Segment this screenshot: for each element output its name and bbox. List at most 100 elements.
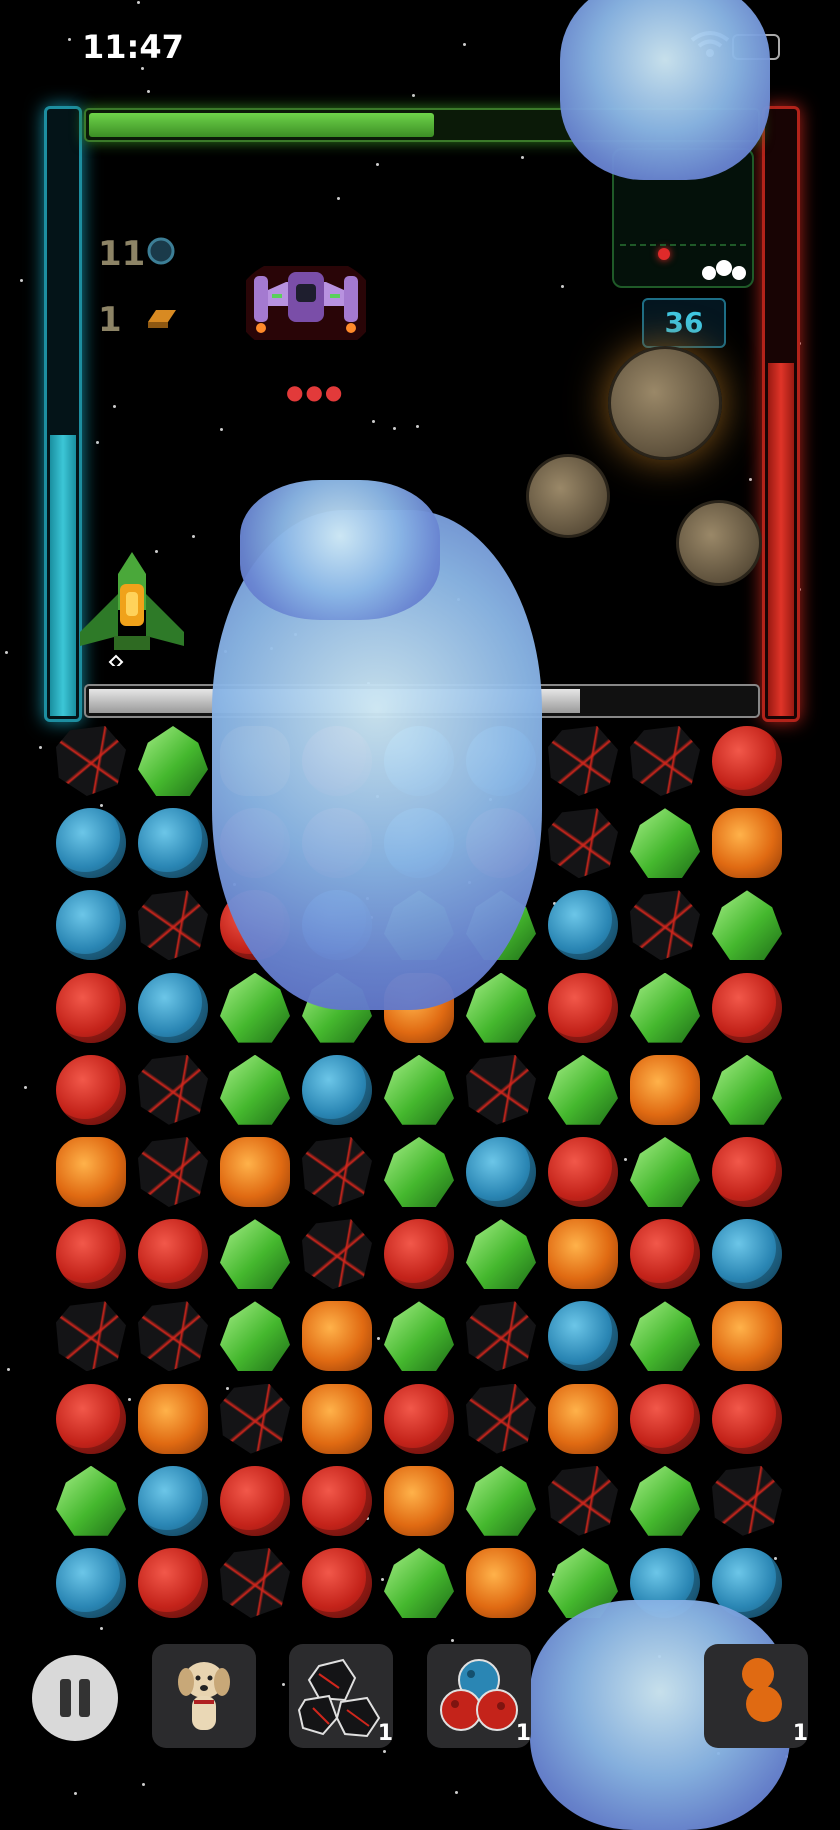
gem-green[interactable]: [384, 1054, 454, 1125]
gem-green[interactable]: [384, 1137, 454, 1207]
gem-blue[interactable]: [56, 808, 126, 879]
enemy-charge-indicator: ●●●: [286, 380, 345, 404]
gem-blue[interactable]: [548, 1301, 618, 1372]
gem-blue[interactable]: [138, 972, 208, 1043]
radar-player-icons: [702, 260, 748, 280]
pet-slot[interactable]: [152, 1644, 256, 1748]
gem-green[interactable]: [466, 1219, 536, 1290]
gem-red[interactable]: [302, 1465, 372, 1536]
gem-green[interactable]: [220, 1054, 290, 1125]
gem-green[interactable]: [220, 1301, 290, 1372]
gem-dark[interactable]: [56, 1301, 126, 1372]
gem-orange[interactable]: [712, 1301, 782, 1372]
gem-orange[interactable]: [548, 1383, 618, 1454]
gem-dark[interactable]: [712, 1465, 782, 1536]
gem-dark[interactable]: [302, 1219, 372, 1290]
gem-orange[interactable]: [712, 808, 782, 879]
dark-bomb-slot[interactable]: 1: [289, 1644, 393, 1748]
gem-red[interactable]: [220, 1465, 290, 1536]
gem-orange[interactable]: [548, 1219, 618, 1290]
star: [463, 43, 466, 46]
gem-dark[interactable]: [548, 726, 618, 796]
gem-red[interactable]: [548, 1137, 618, 1207]
gem-green[interactable]: [138, 726, 208, 796]
gem-dark[interactable]: [220, 1383, 290, 1454]
gem-red[interactable]: [630, 1383, 700, 1454]
gem-dark[interactable]: [548, 1465, 618, 1536]
gem-green[interactable]: [630, 972, 700, 1043]
gem-red[interactable]: [56, 1054, 126, 1125]
gem-red[interactable]: [712, 972, 782, 1043]
gem-green[interactable]: [630, 808, 700, 879]
gem-red[interactable]: [630, 1219, 700, 1290]
gem-green[interactable]: [384, 1548, 454, 1618]
gem-blue[interactable]: [548, 890, 618, 961]
gem-green[interactable]: [466, 972, 536, 1043]
gem-dark[interactable]: [466, 1054, 536, 1125]
gem-dark[interactable]: [302, 1137, 372, 1207]
gem-red[interactable]: [138, 1548, 208, 1618]
gem-orange[interactable]: [138, 1383, 208, 1454]
gem-orange[interactable]: [302, 1383, 372, 1454]
pause-icon-bar: [60, 1679, 71, 1717]
gem-dark[interactable]: [630, 726, 700, 796]
gem-dark[interactable]: [466, 1301, 536, 1372]
gem-orange[interactable]: [466, 1548, 536, 1618]
gem-dark[interactable]: [220, 1548, 290, 1618]
orb-icon: [147, 237, 175, 265]
gem-green[interactable]: [548, 1054, 618, 1125]
asteroid-large: [608, 346, 722, 460]
gem-red[interactable]: [384, 1219, 454, 1290]
gem-green[interactable]: [630, 1465, 700, 1536]
gem-green[interactable]: [712, 890, 782, 961]
mixed-bomb-count: 1: [515, 1721, 531, 1746]
gem-green[interactable]: [630, 1137, 700, 1207]
gem-green[interactable]: [712, 1054, 782, 1125]
gem-dark[interactable]: [138, 1301, 208, 1372]
fire-bomb-slot[interactable]: 1: [704, 1644, 808, 1748]
gem-blue[interactable]: [302, 1054, 372, 1125]
gem-orange[interactable]: [302, 1301, 372, 1372]
gem-blue[interactable]: [712, 1219, 782, 1290]
gem-dark[interactable]: [138, 890, 208, 961]
dark-bomb-count: 1: [377, 1721, 393, 1746]
gem-blue[interactable]: [56, 890, 126, 961]
gem-red[interactable]: [138, 1219, 208, 1290]
gem-red[interactable]: [302, 1548, 372, 1618]
star: [74, 1792, 77, 1795]
gem-dark[interactable]: [56, 726, 126, 796]
gem-red[interactable]: [56, 972, 126, 1043]
pause-button[interactable]: [32, 1655, 118, 1741]
star: [137, 1, 140, 4]
gem-red[interactable]: [56, 1383, 126, 1454]
mixed-bomb-slot[interactable]: 1: [427, 1644, 531, 1748]
gem-dark[interactable]: [548, 808, 618, 879]
gem-red[interactable]: [712, 1383, 782, 1454]
star: [383, 1750, 386, 1753]
gem-red[interactable]: [384, 1383, 454, 1454]
gem-green[interactable]: [56, 1465, 126, 1536]
gem-red[interactable]: [712, 1137, 782, 1207]
gem-green[interactable]: [630, 1301, 700, 1372]
gem-green[interactable]: [466, 1465, 536, 1536]
gem-dark[interactable]: [466, 1383, 536, 1454]
gem-orange[interactable]: [56, 1137, 126, 1207]
gem-dark[interactable]: [630, 890, 700, 961]
gem-red[interactable]: [548, 972, 618, 1043]
gem-orange[interactable]: [384, 1465, 454, 1536]
gem-blue[interactable]: [138, 808, 208, 879]
gem-blue[interactable]: [466, 1137, 536, 1207]
gem-red[interactable]: [56, 1219, 126, 1290]
gem-dark[interactable]: [138, 1054, 208, 1125]
gem-green[interactable]: [384, 1301, 454, 1372]
gem-dark[interactable]: [138, 1137, 208, 1207]
star: [393, 427, 396, 430]
gem-green[interactable]: [220, 1219, 290, 1290]
gem-orange[interactable]: [220, 1137, 290, 1207]
gem-red[interactable]: [712, 726, 782, 796]
star: [337, 197, 340, 200]
star: [147, 90, 150, 93]
gem-orange[interactable]: [630, 1054, 700, 1125]
gem-blue[interactable]: [138, 1465, 208, 1536]
gem-blue[interactable]: [56, 1548, 126, 1618]
